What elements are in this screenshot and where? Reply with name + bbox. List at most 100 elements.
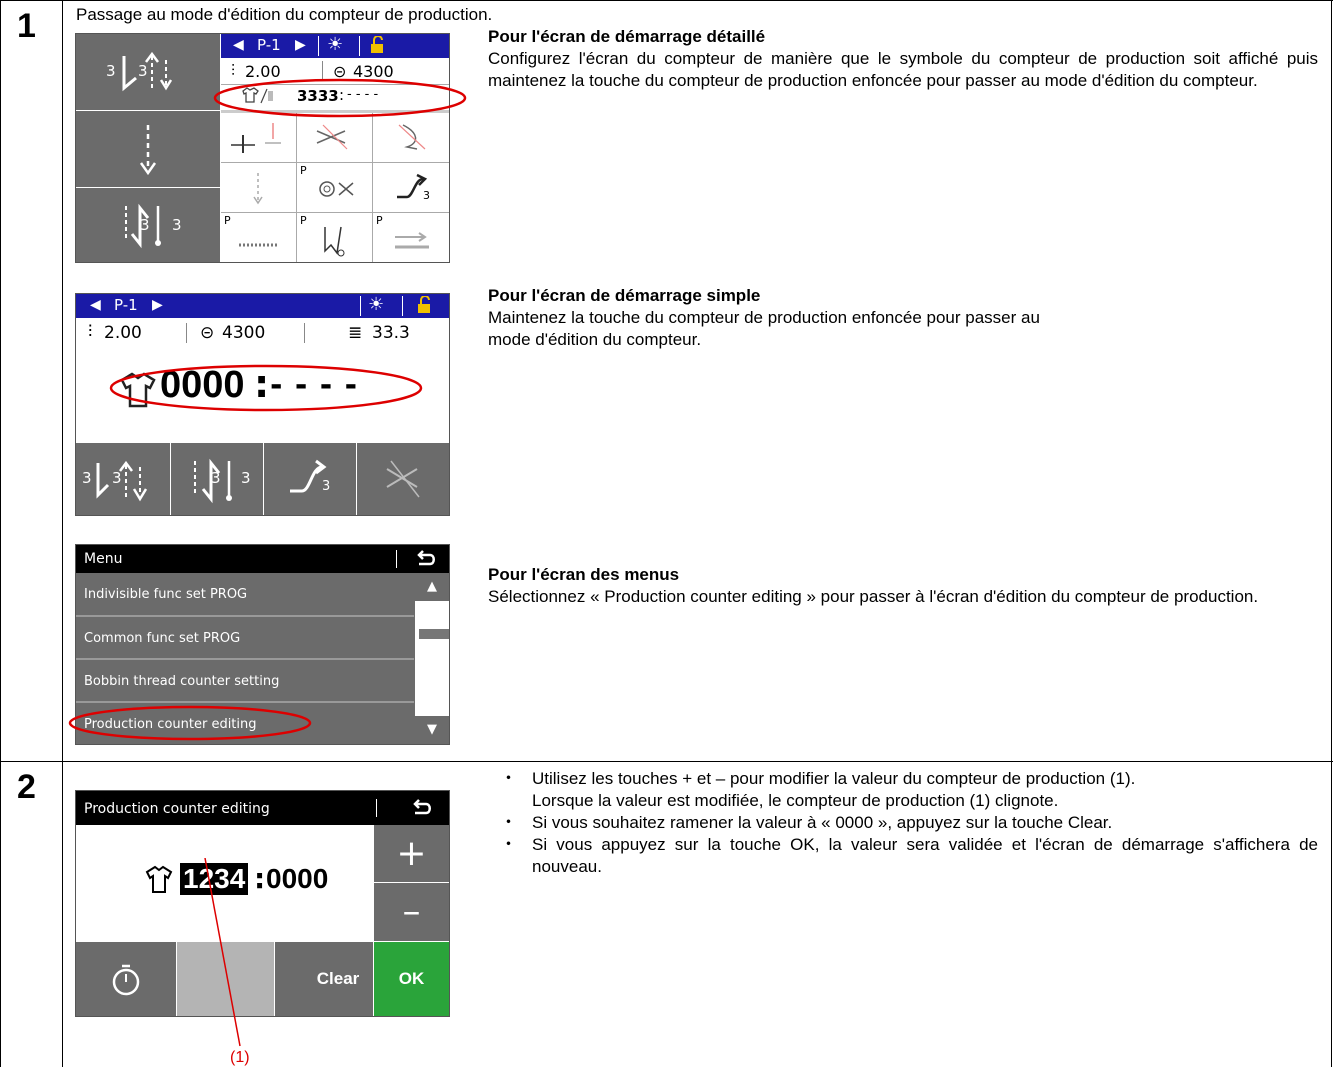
- callout-label: (1): [230, 1049, 250, 1066]
- clear-label: Clear: [316, 969, 360, 988]
- scroll-down-icon[interactable]: ▼: [415, 716, 449, 744]
- cell-p-label-4: P: [376, 214, 383, 227]
- simple-reverse-end-count-left: 3: [211, 469, 221, 487]
- menu-back-icon[interactable]: [414, 549, 436, 569]
- cell-p-label-3: P: [300, 214, 307, 227]
- simple-status-divider-2: [304, 323, 305, 343]
- reverse-feed-count: 3: [423, 189, 430, 202]
- light-icon[interactable]: ☀: [327, 34, 343, 55]
- arrow-down-dashed-icon: [139, 125, 157, 176]
- bullet-marker: ・: [500, 835, 517, 854]
- simple-pattern-next-icon[interactable]: ▶: [152, 297, 163, 313]
- pattern-next-icon[interactable]: ▶: [295, 37, 306, 53]
- simple-scissors-off-icon: [386, 460, 420, 498]
- simple-reverse-feed-icon: [290, 459, 327, 493]
- counter-edit-screen: Production counter editing 1234 : 0000 +…: [75, 790, 450, 1017]
- sew-start-reverse-button[interactable]: 3 3: [76, 34, 220, 110]
- simple-reverse-start-button[interactable]: 3 3: [76, 443, 170, 515]
- reverse-start-count-left: 3: [106, 62, 116, 80]
- plus-label: +: [396, 833, 427, 874]
- edit-title-divider: [376, 799, 377, 817]
- pattern-prev-icon[interactable]: ◀: [233, 37, 244, 53]
- needle-position-button[interactable]: [221, 163, 296, 212]
- simple-pattern-prev-icon[interactable]: ◀: [90, 297, 101, 313]
- pattern-number: P-1: [257, 36, 281, 54]
- menu-item-label: Bobbin thread counter setting: [84, 674, 280, 689]
- scroll-up-icon[interactable]: ▲: [415, 573, 449, 601]
- auto-trim-button[interactable]: P: [297, 163, 372, 212]
- bullet-text: Utilisez les touches + et – pour modifie…: [532, 769, 1136, 788]
- table-border-left: [0, 0, 1, 1067]
- bullet-item: ・ Si vous souhaitez ramener la valeur à …: [500, 812, 1318, 834]
- bullet-marker: ・: [500, 769, 517, 788]
- bullet-text: Si vous appuyez sur la touche OK, la val…: [532, 835, 1318, 876]
- reverse-feed-icon: [397, 173, 428, 199]
- ok-button[interactable]: OK: [374, 942, 449, 1016]
- table-column-divider: [62, 0, 63, 1067]
- pattern-header-bar: ◀ P-1 ▶ ☀: [221, 34, 449, 58]
- needle-count-icon: [324, 226, 345, 257]
- step-number-1: 1: [17, 7, 36, 45]
- scroll-thumb[interactable]: [419, 629, 449, 639]
- highlight-ellipse-menu: [68, 705, 312, 741]
- reverse-end-count-right: 3: [172, 216, 182, 234]
- auto-thread-trim-icon: [319, 181, 354, 197]
- reverse-start-count-right: 3: [138, 62, 148, 80]
- simple-header-divider-2: [402, 296, 403, 316]
- simple-speed-value: 4300: [222, 323, 266, 343]
- edit-counter-target: 0000: [266, 863, 329, 894]
- timer-button[interactable]: [76, 942, 176, 1016]
- simple-bobbin-icon: ≣: [348, 323, 363, 343]
- ok-label: OK: [398, 969, 425, 988]
- function-grid: P 3 P P P: [221, 113, 449, 262]
- plus-button[interactable]: +: [374, 825, 449, 882]
- step1-intro: Passage au mode d'édition du compteur de…: [76, 5, 493, 24]
- sewing-direction-button[interactable]: [76, 111, 220, 187]
- table-border-top: [0, 0, 1333, 1]
- menu-item-label: Indivisible func set PROG: [84, 587, 248, 602]
- lock-open-icon[interactable]: [369, 36, 387, 54]
- highlight-ellipse-simple: [109, 364, 423, 412]
- menu-scrollbar[interactable]: ▲ ▼: [415, 573, 449, 744]
- clear-button[interactable]: Clear: [275, 942, 373, 1016]
- simple-reverse-start-count-right: 3: [112, 469, 122, 487]
- minus-button[interactable]: –: [374, 883, 449, 941]
- edit-title: Production counter editing: [84, 801, 270, 817]
- menu-item[interactable]: Indivisible func set PROG: [76, 573, 414, 617]
- bullet-item: ・ Utilisez les touches + et – pour modif…: [500, 768, 1318, 790]
- simple-light-icon[interactable]: ☀: [368, 294, 384, 315]
- simple-reverse-feed-button[interactable]: 3: [264, 443, 356, 515]
- simple-reverse-start-count-left: 3: [82, 469, 92, 487]
- bullet-continuation-item: Lorsque la valeur est modifiée, le compt…: [500, 790, 1318, 812]
- reverse-stitch-start-icon: [122, 51, 173, 92]
- simple-speed-icon: ⊝: [200, 323, 215, 343]
- simple-status-row: ⫶ 2.00 ⊝ 4300 ≣ 33.3: [76, 318, 449, 346]
- bullet-item: ・ Si vous appuyez sur la touche OK, la v…: [500, 834, 1318, 878]
- menu-item[interactable]: Bobbin thread counter setting: [76, 660, 414, 703]
- simple-stitch-pitch-icon: ⫶: [88, 322, 93, 342]
- bullet-text: Si vous souhaitez ramener la valeur à « …: [532, 813, 1113, 832]
- highlight-ellipse-detailed: [213, 78, 467, 118]
- step-number-2: 2: [17, 768, 36, 806]
- feed-dog-button[interactable]: P: [221, 213, 296, 262]
- simple-trim-toggle-button[interactable]: [357, 443, 449, 515]
- simple-reverse-end-button[interactable]: 3 3: [171, 443, 263, 515]
- simple-stitch-pitch-value: 2.00: [104, 323, 142, 343]
- header-divider-2: [359, 36, 360, 56]
- reverse-feed-button[interactable]: 3: [373, 163, 449, 212]
- edit-back-icon[interactable]: [410, 798, 432, 818]
- simple-text: Maintenez la touche du compteur de produ…: [488, 308, 1040, 349]
- simple-lock-open-icon[interactable]: [416, 296, 434, 314]
- menu-item-label: Common func set PROG: [84, 631, 241, 646]
- table-border-right: [1331, 0, 1332, 1067]
- menu-title: Menu: [84, 551, 123, 567]
- simple-bobbin-value: 33.3: [372, 323, 410, 343]
- needle-count-button[interactable]: P: [297, 213, 372, 262]
- presser-lift-button[interactable]: P: [373, 213, 449, 262]
- cell-p-label: P: [300, 164, 307, 177]
- feed-dog-icon: [239, 243, 277, 247]
- step2-bullet-list: ・ Utilisez les touches + et – pour modif…: [500, 768, 1318, 878]
- menu-item[interactable]: Common func set PROG: [76, 617, 414, 660]
- needle-position-icon: [253, 173, 263, 205]
- sew-end-reverse-button[interactable]: 3 3: [76, 188, 220, 262]
